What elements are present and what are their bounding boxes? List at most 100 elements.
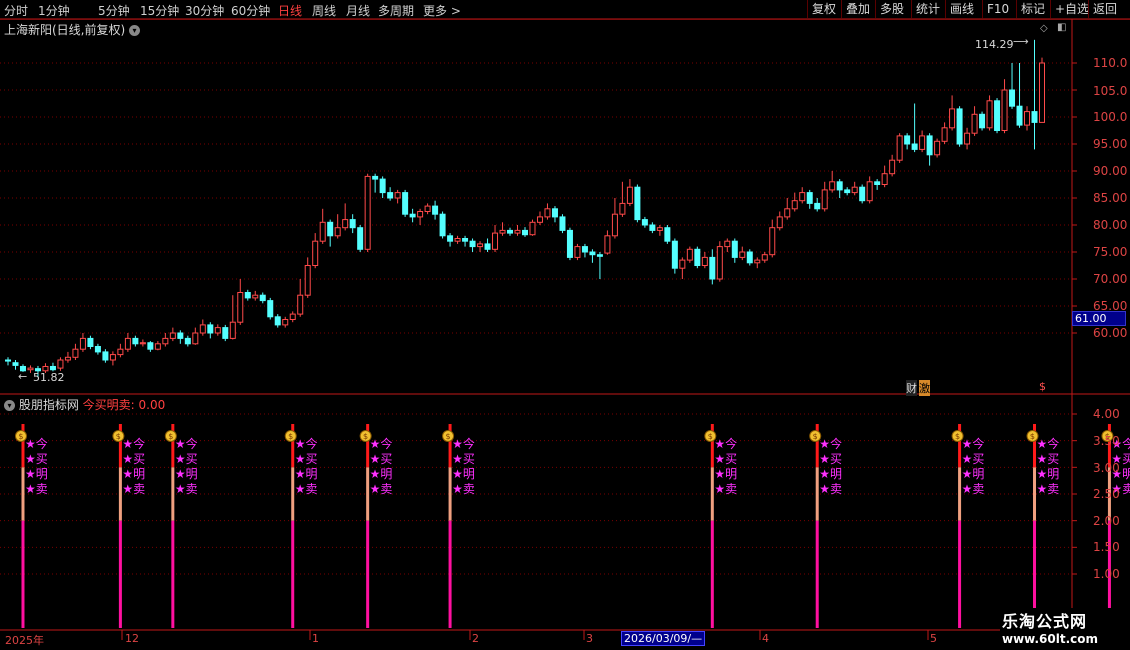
candle-body-down (274, 316, 281, 326)
indicator-name[interactable]: 股朋指标网 (19, 398, 79, 412)
candle-body-up (866, 181, 873, 202)
candle-body-down (357, 227, 364, 250)
candle-body-down (469, 240, 476, 248)
candle-body-down (244, 292, 251, 299)
candle-body-down (709, 256, 716, 280)
money-bag-symbol: $ (363, 432, 368, 441)
price-axis-label: 90.00 (1093, 164, 1128, 178)
signal-char: ★今 (25, 436, 48, 451)
candle-body-down (694, 248, 701, 267)
chevron-down-icon[interactable]: ▾ (129, 25, 141, 36)
candle-body-up (424, 205, 431, 213)
candle-body-up (289, 313, 296, 321)
candle-body-down (641, 219, 648, 226)
candle-body-up (544, 208, 551, 218)
candle-body-down (409, 213, 416, 218)
candle-body-up (214, 327, 221, 334)
money-bag-symbol: $ (116, 432, 121, 441)
signal-char: ★今 (122, 436, 145, 451)
candle-body-up (986, 100, 993, 129)
signal-bar-bottom (448, 520, 452, 628)
year-label: 2025年 (5, 634, 44, 647)
candle-body-up (821, 189, 828, 210)
money-bag-symbol: $ (18, 432, 23, 441)
candle-body-down (402, 192, 409, 215)
signal-char: ★明 (175, 467, 198, 481)
signal-char: ★明 (819, 467, 842, 481)
signal-char: ★买 (452, 452, 475, 466)
candle-body-down (551, 208, 558, 218)
candle-body-up (342, 219, 349, 229)
signal-bar-bottom (21, 520, 25, 628)
candle-body-down (664, 227, 671, 242)
candle-body-up (312, 240, 319, 266)
candle-body-down (147, 342, 154, 350)
indicator-axis-label: 1.50 (1093, 540, 1120, 554)
price-axis-label: 110.0 (1093, 56, 1128, 70)
signal-char: ★明 (25, 467, 48, 481)
signal-char: ★卖 (175, 482, 198, 496)
candle-body-down (1009, 89, 1016, 107)
candle-body-down (267, 300, 274, 318)
candle-body-up (851, 186, 858, 194)
kline-chart[interactable]: $★今★买★明★卖$★今★买★明★卖$★今★买★明★卖$★今★买★明★卖$★今★… (0, 0, 1130, 650)
low-arrow-icon: ← (18, 370, 28, 383)
candle-body-down (559, 216, 566, 231)
signal-char: ★卖 (819, 482, 842, 496)
chevron-down-icon[interactable]: ▾ (4, 400, 15, 411)
signal-char: ★卖 (1037, 482, 1060, 496)
money-bag-symbol: $ (445, 432, 450, 441)
candle-body-down (484, 243, 491, 250)
signal-char: ★今 (714, 436, 737, 451)
candle-body-down (132, 337, 139, 345)
signal-char: ★买 (962, 452, 985, 466)
window-toggle-icon[interactable]: ◧ (1057, 22, 1066, 33)
candle-body-up (72, 348, 79, 358)
candle-body-up (64, 356, 71, 361)
candle-body-up (739, 251, 746, 258)
candle-body-down (859, 186, 866, 202)
incentive-tag[interactable]: 激 (919, 380, 930, 396)
candle-body-up (934, 140, 941, 156)
indicator-axis-label: 3.50 (1093, 434, 1120, 448)
candle-body-up (964, 132, 971, 145)
price-axis-label: 80.00 (1093, 218, 1128, 232)
candle-body-up (536, 216, 543, 223)
money-bag-symbol: $ (1030, 432, 1035, 441)
finance-tag[interactable]: 财 (906, 380, 917, 396)
candle-body-up (1039, 62, 1045, 123)
candle-body-up (282, 319, 289, 326)
candle-body-up (529, 221, 536, 236)
candle-body-down (184, 337, 191, 345)
signal-char: ★今 (1037, 436, 1060, 451)
candle-body-down (432, 205, 439, 215)
candle-body-down (956, 108, 963, 145)
candle-body-down (87, 337, 94, 347)
high-arrow-icon: ⟶ (1013, 35, 1029, 48)
candle-body-up (791, 200, 798, 210)
candle-body-down (12, 362, 19, 366)
signal-char: ★卖 (962, 482, 985, 496)
signal-char: ★明 (962, 467, 985, 481)
signal-char: ★明 (122, 467, 145, 481)
candle-body-down (806, 192, 813, 204)
dividend-tag[interactable]: $ (1039, 380, 1046, 393)
signal-char: ★买 (1037, 452, 1060, 466)
signal-bar-bottom (710, 520, 714, 628)
signal-char: ★明 (452, 467, 475, 481)
candle-body-up (679, 259, 686, 269)
candle-body-up (971, 113, 978, 134)
candle-body-down (522, 229, 528, 236)
candle-body-down (177, 332, 184, 339)
watermark-name: 乐淘公式网 (1002, 612, 1088, 631)
candle-body-down (327, 221, 334, 237)
candle-body-down (596, 254, 603, 257)
signal-bar-bottom (815, 520, 819, 628)
money-bag-symbol: $ (288, 432, 293, 441)
price-axis-label: 60.00 (1093, 326, 1128, 340)
signal-char: ★明 (1037, 467, 1060, 481)
diamond-icon[interactable]: ◇ (1040, 23, 1048, 34)
indicator-axis-label: 3.00 (1093, 461, 1120, 475)
candle-body-up (477, 243, 484, 248)
candle-body-up (799, 192, 806, 202)
